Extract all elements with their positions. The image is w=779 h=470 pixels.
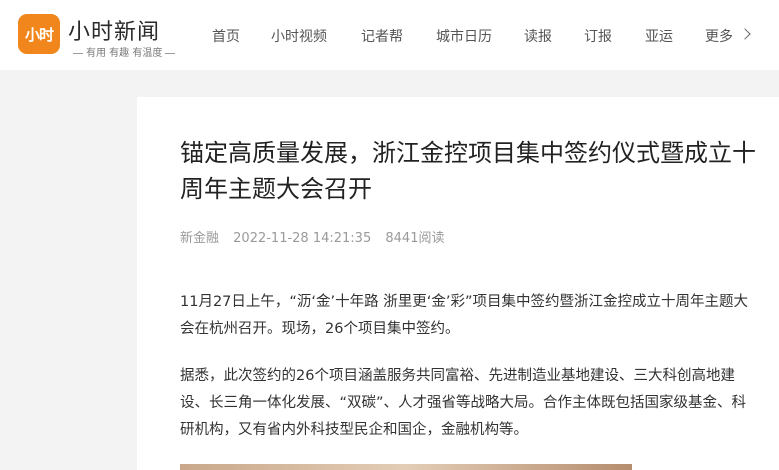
nav-item-1[interactable]: 小时视频 — [271, 26, 327, 46]
nav-item-5[interactable]: 订报 — [584, 26, 612, 46]
article-image — [180, 464, 632, 470]
nav-item-7[interactable]: 更多 — [705, 26, 733, 46]
article-source[interactable]: 新金融 — [180, 231, 219, 246]
nav-item-3[interactable]: 城市日历 — [436, 26, 492, 46]
article-paragraph: 据悉，此次签约的26个项目涵盖服务共同富裕、先进制造业基地建设、三大科创高地建设… — [180, 368, 747, 438]
nav-item-2[interactable]: 记者帮 — [361, 26, 403, 46]
article-datetime: 2022-11-28 14:21:35 — [233, 231, 372, 246]
nav-item-0[interactable]: 首页 — [212, 26, 240, 46]
nav-item-4[interactable]: 读报 — [524, 26, 552, 46]
main-nav: 首页 小时视频 记者帮 城市日历 读报 订报 亚运 更多 — [0, 0, 779, 70]
article-card: 锚定高质量发展，浙江金控项目集中签约仪式暨成立十周年主题大会召开 新金融 202… — [137, 97, 779, 470]
article-read-count: 8441阅读 — [385, 231, 445, 246]
top-header: 小时 小时新闻 有用 有趣 有温度 首页 小时视频 记者帮 城市日历 读报 订报 亚运 更多 — [0, 0, 779, 70]
article-title: 锚定高质量发展，浙江金控项目集中签约仪式暨成立十周年主题大会召开 — [180, 139, 756, 203]
article-meta: 新金融 2022-11-28 14:21:35 8441阅读 — [180, 227, 454, 246]
nav-item-6[interactable]: 亚运 — [645, 26, 673, 46]
article-paragraph: 11月27日上午，“沥‘金’十年路 浙里更‘金’彩”项目集中签约暨浙江金控成立十… — [180, 294, 748, 337]
